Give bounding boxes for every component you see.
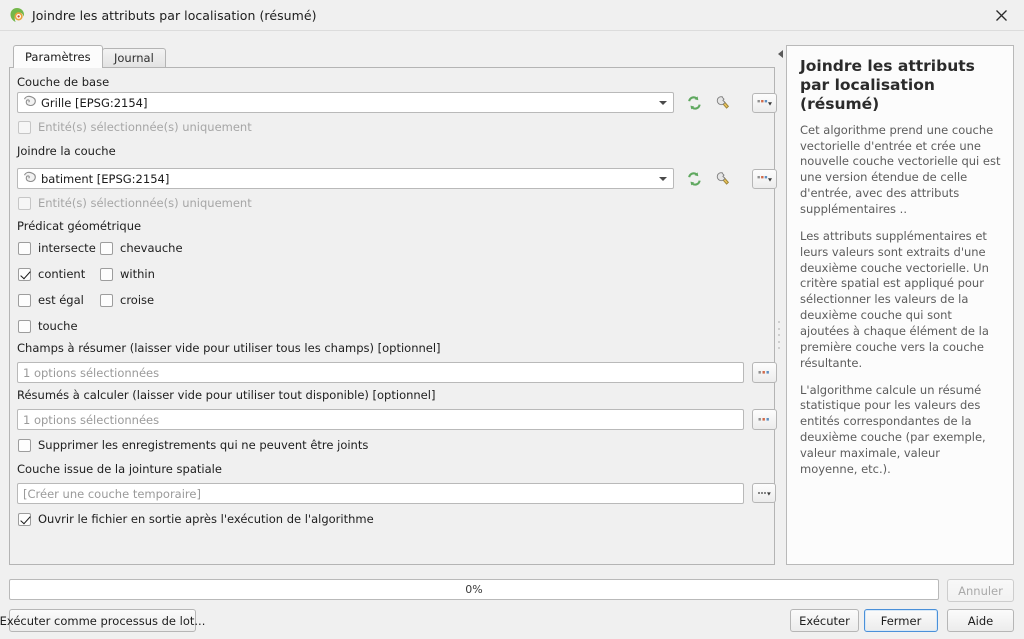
help-paragraph-2: Les attributs supplémentaires et leurs v…: [800, 228, 989, 370]
summaries-to-calculate-value: 1 options sélectionnées: [23, 412, 160, 427]
predicate-est-egal-label: est égal: [38, 293, 84, 307]
polygon-layer-icon: [23, 95, 37, 110]
summaries-to-calculate-input[interactable]: 1 options sélectionnées: [17, 409, 744, 430]
tab-parametres-label: Paramètres: [25, 50, 91, 64]
help-title: Joindre les attributs par localisation (…: [800, 57, 975, 113]
checkbox-box: [18, 319, 31, 333]
base-layer-selected-only-checkbox[interactable]: Entité(s) sélectionnée(s) uniquement: [18, 120, 252, 134]
output-layer-value: [Créer une couche temporaire]: [23, 486, 201, 501]
progress-bar: 0%: [9, 579, 939, 600]
base-layer-value: Grille [EPSG:2154]: [41, 95, 148, 110]
title-bar: Joindre les attributs par localisation (…: [0, 0, 1024, 31]
tab-parametres[interactable]: Paramètres: [13, 45, 103, 68]
predicate-est-egal-checkbox[interactable]: est égal: [18, 293, 84, 307]
fields-to-summarise-browse-icon[interactable]: [752, 362, 777, 383]
predicate-within-checkbox[interactable]: within: [100, 267, 155, 281]
predicate-contient-label: contient: [38, 267, 86, 281]
predicate-chevauche-checkbox[interactable]: chevauche: [100, 241, 183, 255]
close-button[interactable]: Fermer: [864, 609, 938, 632]
progress-value-label: 0%: [465, 583, 483, 596]
checkbox-box: [18, 241, 31, 255]
open-output-label: Ouvrir le fichier en sortie après l'exéc…: [38, 512, 374, 526]
chevron-down-icon[interactable]: [654, 170, 672, 187]
join-layer-label: Joindre la couche: [17, 144, 116, 158]
qgis-logo-icon: [9, 7, 25, 23]
predicate-croise-checkbox[interactable]: croise: [100, 293, 154, 307]
help-button-label: Aide: [967, 613, 994, 628]
checkbox-box: [18, 293, 31, 307]
checkbox-box: [18, 512, 31, 526]
dialog-body: Paramètres Journal Couche de base Grille…: [0, 31, 1024, 639]
help-paragraph-3: L'algorithme calcule un résumé statistiq…: [800, 382, 986, 476]
batch-process-button-label: Exécuter comme processus de lot...: [0, 613, 206, 628]
run-button[interactable]: Exécuter: [790, 609, 859, 632]
fields-to-summarise-input[interactable]: 1 options sélectionnées: [17, 362, 744, 383]
discard-records-label: Supprimer les enregistrements qui ne peu…: [38, 438, 369, 452]
parameters-panel: Paramètres Journal Couche de base Grille…: [9, 45, 777, 565]
open-output-checkbox[interactable]: Ouvrir le fichier en sortie après l'exéc…: [18, 512, 374, 526]
window-title: Joindre les attributs par localisation (…: [32, 7, 317, 23]
collapse-left-icon[interactable]: [776, 48, 785, 60]
checkbox-box: [100, 293, 113, 307]
tab-bar: Paramètres Journal: [9, 45, 775, 68]
run-button-label: Exécuter: [799, 613, 850, 628]
parameters-frame: Couche de base Grille [EPSG:2154] Entité…: [9, 67, 777, 565]
checkbox-box: [18, 196, 31, 210]
panel-splitter[interactable]: [777, 321, 781, 349]
join-layer-combo[interactable]: batiment [EPSG:2154]: [17, 168, 674, 189]
base-layer-selected-only-label: Entité(s) sélectionnée(s) uniquement: [38, 120, 252, 134]
base-layer-expression-icon[interactable]: [710, 92, 734, 114]
join-layer-value: batiment [EPSG:2154]: [41, 171, 170, 186]
batch-process-button[interactable]: Exécuter comme processus de lot...: [0, 609, 205, 632]
summaries-to-calculate-browse-icon[interactable]: [752, 409, 777, 430]
output-layer-label: Couche issue de la jointure spatiale: [17, 462, 222, 476]
cancel-button-label: Annuler: [958, 583, 1003, 598]
chevron-down-icon[interactable]: [654, 94, 672, 111]
close-button-label: Fermer: [880, 613, 922, 628]
predicate-within-label: within: [120, 267, 155, 281]
predicate-touche-label: touche: [38, 319, 78, 333]
base-layer-browse-icon[interactable]: [752, 93, 777, 113]
predicate-croise-label: croise: [120, 293, 155, 307]
checkbox-box: [18, 267, 31, 281]
checkbox-box: [18, 438, 31, 452]
predicate-intersecte-label: intersecte: [38, 241, 96, 255]
predicate-chevauche-label: chevauche: [120, 241, 183, 255]
output-layer-input[interactable]: [Créer une couche temporaire]: [17, 483, 744, 504]
help-panel: Joindre les attributs par localisation (…: [786, 45, 1014, 565]
help-button[interactable]: Aide: [947, 609, 1014, 632]
geometric-predicate-label: Prédicat géométrique: [17, 219, 142, 233]
checkbox-box: [100, 267, 113, 281]
join-layer-browse-icon[interactable]: [752, 169, 777, 189]
predicate-contient-checkbox[interactable]: contient: [18, 267, 85, 281]
checkbox-box: [18, 120, 31, 134]
fields-to-summarise-label: Champs à résumer (laisser vide pour util…: [17, 341, 441, 355]
fields-to-summarise-value: 1 options sélectionnées: [23, 365, 160, 380]
base-layer-label: Couche de base: [17, 75, 110, 89]
base-layer-refresh-icon[interactable]: [682, 92, 706, 114]
summaries-to-calculate-label: Résumés à calculer (laisser vide pour ut…: [17, 388, 436, 402]
tab-journal-label: Journal: [114, 51, 154, 65]
close-icon[interactable]: [978, 0, 1024, 31]
checkbox-box: [100, 241, 113, 255]
join-layer-expression-icon[interactable]: [710, 168, 734, 190]
help-paragraph-1: Cet algorithme prend une couche vectorie…: [800, 122, 1001, 217]
cancel-button[interactable]: Annuler: [947, 579, 1014, 602]
join-layer-selected-only-checkbox[interactable]: Entité(s) sélectionnée(s) uniquement: [18, 196, 252, 210]
join-layer-refresh-icon[interactable]: [682, 168, 706, 190]
base-layer-combo[interactable]: Grille [EPSG:2154]: [17, 92, 674, 113]
polygon-layer-icon: [23, 171, 37, 186]
tab-journal[interactable]: Journal: [102, 48, 166, 67]
predicate-touche-checkbox[interactable]: touche: [18, 319, 78, 333]
discard-records-checkbox[interactable]: Supprimer les enregistrements qui ne peu…: [18, 438, 368, 452]
join-layer-selected-only-label: Entité(s) sélectionnée(s) uniquement: [38, 196, 252, 210]
predicate-intersecte-checkbox[interactable]: intersecte: [18, 241, 96, 255]
output-layer-browse-icon[interactable]: [752, 483, 776, 503]
